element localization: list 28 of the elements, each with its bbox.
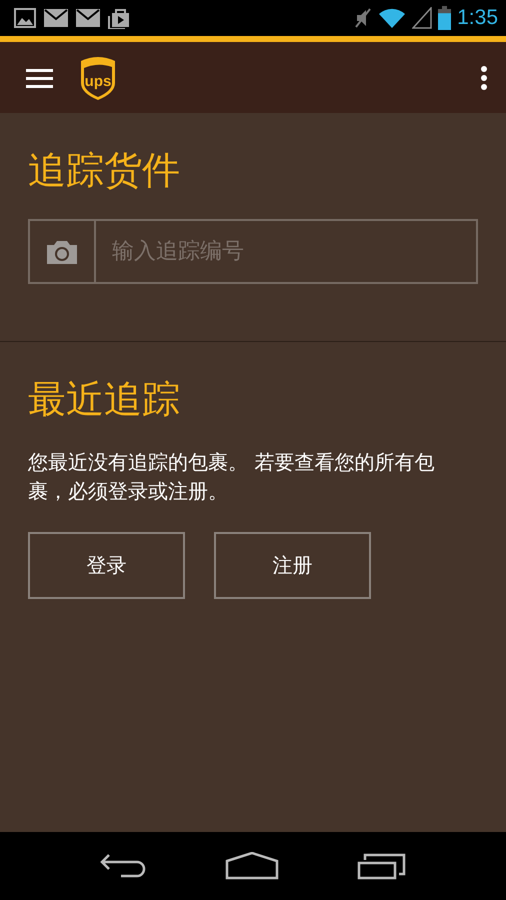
recent-apps-icon <box>357 852 407 880</box>
mail-icon <box>76 9 100 27</box>
login-button[interactable]: 登录 <box>28 532 185 599</box>
wifi-icon <box>378 7 406 29</box>
back-icon <box>99 852 147 880</box>
tracking-number-field[interactable]: 输入追踪编号 <box>96 219 478 284</box>
section-title: 追踪货件 <box>28 151 181 189</box>
register-button[interactable]: 注册 <box>214 532 371 599</box>
mail-icon <box>44 9 68 27</box>
menu-button[interactable] <box>26 68 53 88</box>
battery-icon <box>438 6 452 30</box>
logo: ups <box>79 54 117 100</box>
back-button[interactable] <box>99 852 147 880</box>
image-icon <box>14 8 36 28</box>
camera-icon <box>47 240 77 264</box>
signal-icon <box>412 7 432 29</box>
shopping-bag-icon <box>108 7 130 29</box>
menu-icon <box>26 68 53 88</box>
more-options-button[interactable] <box>480 66 488 90</box>
clock-time: 1:35 <box>457 6 498 30</box>
section-title: 最近追踪 <box>28 380 181 418</box>
home-button[interactable] <box>225 852 279 880</box>
recent-apps-button[interactable] <box>357 852 407 880</box>
mute-icon <box>354 7 372 29</box>
home-icon <box>225 852 279 880</box>
camera-button[interactable] <box>28 219 96 284</box>
more-icon <box>480 66 488 90</box>
message-text: 您最近没有追踪的包裹。 若要查看您的所有包裹，必须登录或注册。 <box>28 449 436 505</box>
